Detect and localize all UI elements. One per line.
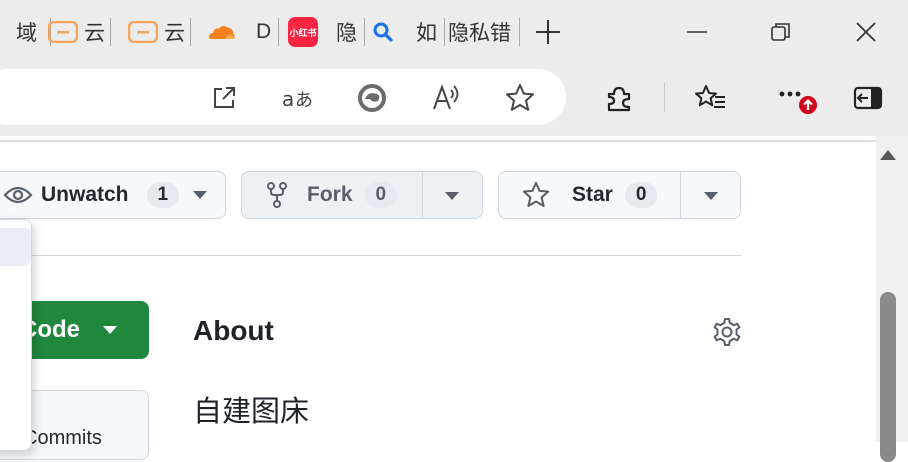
star-count: 0 bbox=[624, 182, 658, 208]
sidebar-toggle-icon[interactable] bbox=[848, 80, 888, 116]
tab-separator bbox=[444, 18, 445, 46]
search-icon bbox=[368, 21, 398, 43]
unwatch-button[interactable]: Unwatch 1 bbox=[0, 171, 226, 219]
section-divider bbox=[0, 255, 741, 256]
svg-text:a: a bbox=[282, 87, 294, 111]
translate-icon[interactable]: aあ bbox=[278, 80, 318, 116]
split-divider bbox=[422, 172, 423, 218]
toolbar-divider bbox=[664, 82, 665, 112]
commits-label: Commits bbox=[23, 427, 102, 449]
unwatch-label: Unwatch bbox=[41, 183, 129, 206]
favorites-list-icon[interactable] bbox=[690, 80, 730, 116]
tab-separator bbox=[519, 18, 520, 46]
tab-label: 隐 bbox=[336, 22, 357, 45]
edge-icon[interactable] bbox=[352, 80, 392, 116]
browser-toolbar: aあ bbox=[0, 62, 908, 136]
svg-text:あ: あ bbox=[295, 90, 313, 111]
watch-count: 1 bbox=[146, 182, 180, 208]
tab-separator bbox=[110, 18, 111, 46]
tab-separator bbox=[190, 18, 191, 46]
scroll-up-arrow-icon[interactable] bbox=[878, 148, 898, 160]
tab-5[interactable]: 小红书 隐 bbox=[288, 14, 365, 50]
new-tab-button[interactable] bbox=[528, 14, 568, 50]
tab-4[interactable]: D bbox=[206, 14, 280, 50]
tab-label: 域 bbox=[16, 22, 37, 45]
star-outline-icon bbox=[522, 181, 550, 209]
about-heading: About bbox=[193, 315, 274, 346]
dropdown-menu[interactable] bbox=[0, 219, 32, 451]
tab-6[interactable]: 如 bbox=[368, 14, 445, 50]
eye-icon bbox=[3, 184, 33, 206]
tab-label: 云 bbox=[164, 22, 185, 45]
xiaohongshu-logo-text: 小红书 bbox=[289, 27, 317, 38]
bracket-icon bbox=[128, 21, 158, 43]
tab-3[interactable]: 云 bbox=[128, 14, 191, 50]
tab-7-active[interactable]: 隐私错 bbox=[448, 14, 520, 50]
restore-button[interactable] bbox=[761, 14, 801, 50]
settings-more-button[interactable] bbox=[770, 80, 820, 116]
repo-description: 自建图床 bbox=[193, 394, 310, 428]
tab-1[interactable]: 域 bbox=[16, 14, 51, 50]
tab-strip: 域 云 云 D 小红书 隐 如 隐私错 bbox=[0, 0, 908, 62]
caret-down-icon[interactable] bbox=[445, 192, 459, 200]
caret-down-icon bbox=[193, 191, 208, 199]
fork-label: Fork bbox=[307, 183, 353, 206]
fork-count: 0 bbox=[364, 182, 398, 208]
split-divider bbox=[680, 172, 681, 218]
tab-label: 隐私错 bbox=[448, 22, 511, 45]
scrollbar-thumb[interactable] bbox=[880, 292, 896, 462]
star-label: Star bbox=[572, 183, 613, 206]
fork-button[interactable]: Fork 0 bbox=[241, 171, 483, 219]
xiaohongshu-icon: 小红书 bbox=[288, 17, 318, 47]
tab-2[interactable]: 云 bbox=[48, 14, 111, 50]
page-top-border bbox=[0, 140, 876, 142]
close-window-button[interactable] bbox=[846, 14, 886, 50]
tab-label: 云 bbox=[84, 22, 105, 45]
star-button[interactable]: Star 0 bbox=[498, 171, 741, 219]
cloudflare-icon bbox=[206, 21, 236, 43]
open-in-app-icon[interactable] bbox=[204, 80, 244, 116]
minimize-button[interactable] bbox=[677, 14, 717, 50]
fork-icon bbox=[266, 181, 288, 209]
caret-down-icon[interactable] bbox=[704, 192, 718, 200]
tab-separator bbox=[278, 18, 280, 46]
tab-separator bbox=[364, 18, 365, 46]
gear-icon[interactable] bbox=[711, 316, 743, 348]
tab-label: D bbox=[256, 20, 272, 43]
favorite-star-icon[interactable] bbox=[500, 80, 540, 116]
caret-down-icon bbox=[103, 326, 117, 334]
bracket-icon bbox=[48, 21, 78, 43]
dropdown-highlighted-item[interactable] bbox=[0, 228, 31, 266]
extensions-icon[interactable] bbox=[599, 80, 639, 116]
read-aloud-icon[interactable] bbox=[426, 80, 466, 116]
tab-label: 如 bbox=[416, 22, 437, 45]
